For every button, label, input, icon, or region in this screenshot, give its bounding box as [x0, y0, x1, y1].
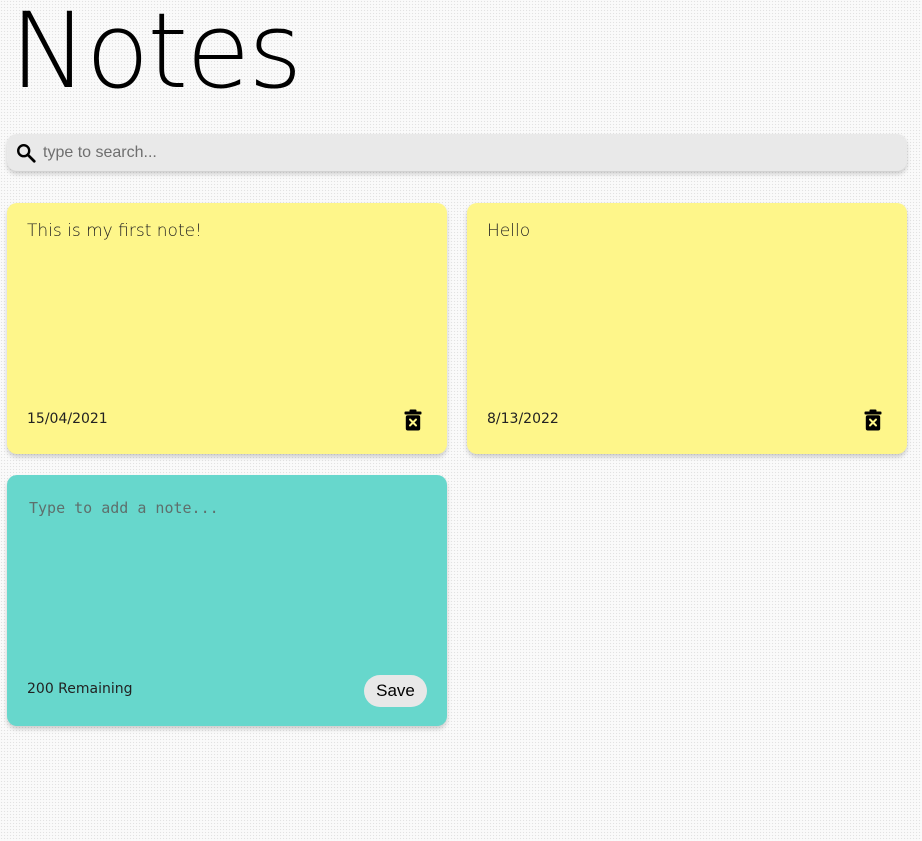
- add-note-card: 200 Remaining Save: [7, 475, 447, 726]
- page-title: Notes: [10, 0, 302, 112]
- characters-remaining: 200 Remaining: [27, 681, 133, 697]
- search-bar: [7, 134, 907, 171]
- search-input[interactable]: [41, 142, 885, 163]
- trash-icon[interactable]: [864, 409, 882, 431]
- note-date: 15/04/2021: [27, 411, 108, 427]
- note-text: Hello: [487, 221, 531, 241]
- note-text: This is my first note!: [27, 221, 202, 241]
- note-card: Hello 8/13/2022: [467, 203, 907, 454]
- add-note-input[interactable]: [27, 497, 431, 651]
- note-date: 8/13/2022: [487, 411, 559, 427]
- note-card: This is my first note! 15/04/2021: [7, 203, 447, 454]
- save-button[interactable]: Save: [364, 675, 427, 707]
- search-icon: [17, 143, 36, 163]
- trash-icon[interactable]: [404, 409, 422, 431]
